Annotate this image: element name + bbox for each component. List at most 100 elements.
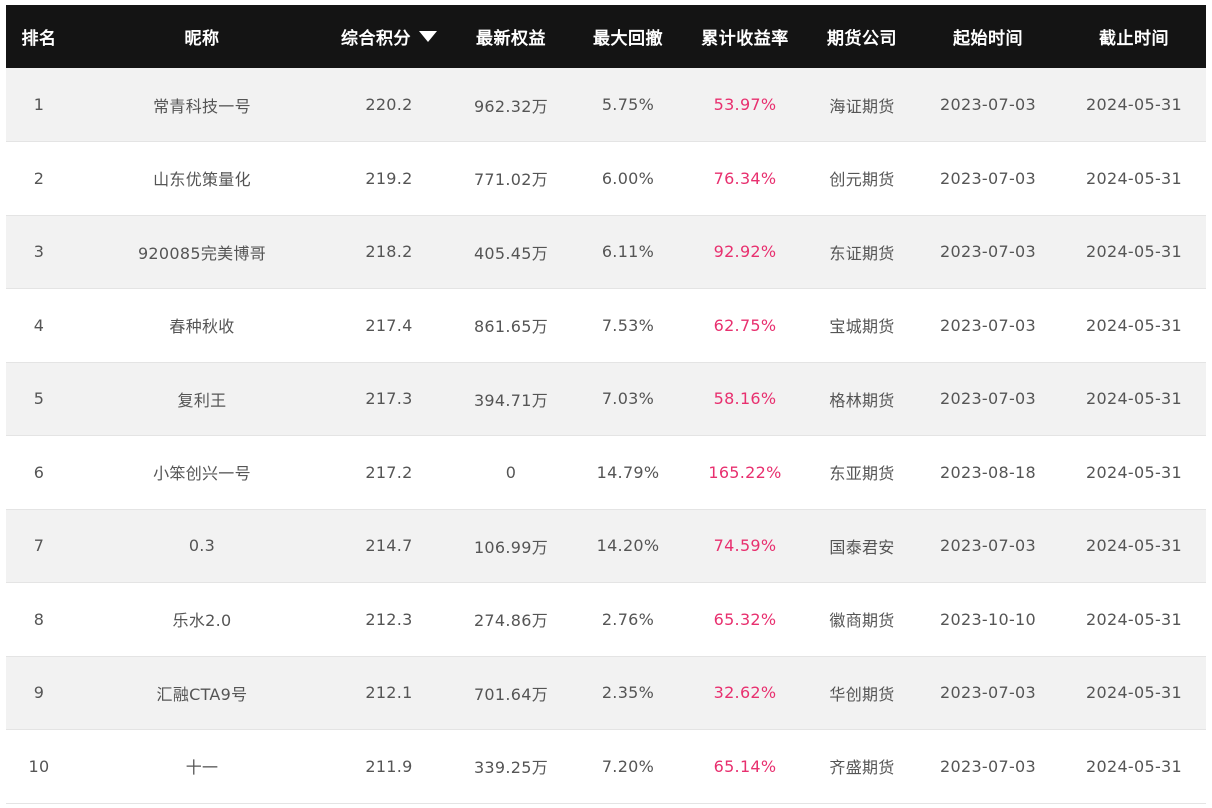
cell-score: 217.3 [365, 389, 413, 409]
cell-nickname[interactable]: 春种秋收 [72, 289, 332, 363]
table-row: 6 小笨创兴一号 217.2 0 14.79% 165.22% 东亚期货 2023-08-18… [6, 435, 1206, 510]
cell-equity: 771.02万 [473, 170, 549, 190]
cell-return: 65.32% [713, 609, 777, 629]
cell-score: 211.9 [365, 756, 413, 776]
cell-drawdown: 14.20% [596, 536, 660, 556]
cell-nickname[interactable]: 920085完美博哥 [72, 215, 332, 289]
cell-drawdown: 14.79% [596, 462, 660, 482]
cell-return: 165.22% [708, 462, 782, 482]
cell-start-date: 2023-07-03 [940, 756, 1036, 776]
table-row: 7 0.3 214.7 106.99万 14.20% 74.59% 国泰君安 2023-07-… [6, 509, 1206, 583]
header-nickname: 昵称 [184, 29, 220, 49]
cell-nickname[interactable]: 十一 [72, 730, 332, 804]
table-row: 1 常青科技一号 220.2 962.32万 5.75% 53.97% 海证期货 2023-0… [6, 68, 1206, 142]
cell-return: 62.75% [713, 315, 777, 335]
cell-equity: 861.65万 [473, 317, 549, 337]
header-start: 起始时间 [953, 29, 1023, 49]
header-company: 期货公司 [827, 29, 897, 49]
cell-drawdown: 2.35% [601, 683, 655, 703]
cell-drawdown: 5.75% [601, 95, 655, 114]
cell-equity: 701.64万 [473, 684, 549, 704]
cell-end-date: 2024-05-31 [1086, 756, 1182, 776]
cell-nickname[interactable]: 乐水2.0 [72, 583, 332, 657]
table-row: 10 十一 211.9 339.25万 7.20% 65.14% 齐盛期货 2023-07-0… [6, 729, 1206, 804]
cell-equity: 274.86万 [473, 611, 549, 631]
cell-start-date: 2023-07-03 [940, 536, 1036, 556]
cell-start-date: 2023-07-03 [940, 242, 1036, 262]
cell-return: 74.59% [713, 536, 777, 556]
cell-end-date: 2024-05-31 [1086, 389, 1182, 409]
cell-equity: 0 [505, 462, 517, 482]
cell-start-date: 2023-10-10 [940, 609, 1036, 629]
cell-start-date: 2023-07-03 [940, 315, 1036, 335]
cell-return: 53.97% [713, 95, 777, 114]
table-row: 4 春种秋收 217.4 861.65万 7.53% 62.75% 宝城期货 2023-07-… [6, 288, 1206, 363]
cell-equity: 339.25万 [473, 758, 549, 778]
cell-end-date: 2024-05-31 [1086, 242, 1182, 262]
table-header: 排名 昵称 综合积分 最新权益 最大回撤 累计收益率 期货公司 起始时间 截止时… [6, 5, 1206, 68]
header-return: 累计收益率 [701, 29, 789, 49]
header-score-label: 综合积分 [341, 29, 411, 49]
header-rank: 排名 [21, 29, 57, 49]
cell-start-date: 2023-07-03 [940, 95, 1036, 114]
cell-end-date: 2024-05-31 [1086, 95, 1182, 114]
cell-rank: 4 [33, 315, 45, 335]
cell-rank: 3 [33, 242, 45, 262]
cell-company: 创元期货 [829, 170, 895, 190]
cell-drawdown: 6.11% [601, 242, 655, 262]
header-equity: 最新权益 [476, 29, 546, 49]
cell-nickname[interactable]: 0.3 [72, 509, 332, 583]
table-row: 2 山东优策量化 219.2 771.02万 6.00% 76.34% 创元期货 2023-0… [6, 141, 1206, 216]
cell-drawdown: 7.20% [601, 756, 655, 776]
cell-score: 218.2 [365, 242, 413, 262]
cell-score: 220.2 [365, 95, 413, 114]
cell-rank: 1 [33, 95, 45, 114]
header-drawdown: 最大回撤 [593, 29, 663, 49]
cell-company: 海证期货 [829, 96, 895, 116]
table-row: 8 乐水2.0 212.3 274.86万 2.76% 65.32% 徽商期货 2023-10… [6, 582, 1206, 657]
cell-rank: 8 [33, 609, 45, 629]
table-row: 3 920085完美博哥 218.2 405.45万 6.11% 92.92% 东证期货 20… [6, 215, 1206, 289]
cell-company: 国泰君安 [829, 537, 895, 557]
ranking-table: 排名 昵称 综合积分 最新权益 最大回撤 累计收益率 期货公司 起始时间 截止时… [6, 5, 1206, 804]
cell-end-date: 2024-05-31 [1086, 683, 1182, 703]
table-row: 9 汇融CTA9号 212.1 701.64万 2.35% 32.62% 华创期货 2023-… [6, 656, 1206, 730]
cell-nickname[interactable]: 复利王 [72, 362, 332, 436]
cell-start-date: 2023-07-03 [940, 683, 1036, 703]
cell-return: 58.16% [713, 389, 777, 409]
cell-company: 华创期货 [829, 684, 895, 704]
cell-company: 格林期货 [829, 390, 895, 410]
cell-return: 92.92% [713, 242, 777, 262]
cell-equity: 405.45万 [473, 243, 549, 263]
cell-score: 217.4 [365, 315, 413, 335]
cell-return: 76.34% [713, 168, 777, 188]
cell-equity: 962.32万 [473, 96, 549, 116]
cell-nickname[interactable]: 山东优策量化 [72, 142, 332, 216]
cell-rank: 9 [33, 683, 45, 703]
cell-company: 徽商期货 [829, 611, 895, 631]
cell-company: 东亚期货 [829, 464, 895, 484]
table-row: 5 复利王 217.3 394.71万 7.03% 58.16% 格林期货 2023-07-0… [6, 362, 1206, 436]
ranking-table-container: 排名 昵称 综合积分 最新权益 最大回撤 累计收益率 期货公司 起始时间 截止时… [6, 5, 1206, 808]
sort-desc-icon[interactable] [419, 31, 437, 42]
cell-company: 东证期货 [829, 243, 895, 263]
cell-company: 齐盛期货 [829, 758, 895, 778]
cell-start-date: 2023-07-03 [940, 389, 1036, 409]
cell-score: 219.2 [365, 168, 413, 188]
sort-score-button[interactable]: 综合积分 [341, 24, 437, 49]
cell-nickname[interactable]: 常青科技一号 [72, 68, 332, 142]
cell-nickname[interactable]: 小笨创兴一号 [72, 436, 332, 510]
cell-rank: 5 [33, 389, 45, 409]
cell-rank: 6 [33, 462, 45, 482]
cell-end-date: 2024-05-31 [1086, 168, 1182, 188]
cell-score: 212.1 [365, 683, 413, 703]
cell-rank: 10 [28, 756, 50, 776]
cell-end-date: 2024-05-31 [1086, 536, 1182, 556]
header-score[interactable]: 综合积分 [332, 5, 446, 68]
cell-nickname[interactable]: 汇融CTA9号 [72, 656, 332, 730]
cell-start-date: 2023-07-03 [940, 168, 1036, 188]
cell-score: 217.2 [365, 462, 413, 482]
cell-return: 32.62% [713, 683, 777, 703]
cell-drawdown: 7.03% [601, 389, 655, 409]
cell-equity: 394.71万 [473, 390, 549, 410]
